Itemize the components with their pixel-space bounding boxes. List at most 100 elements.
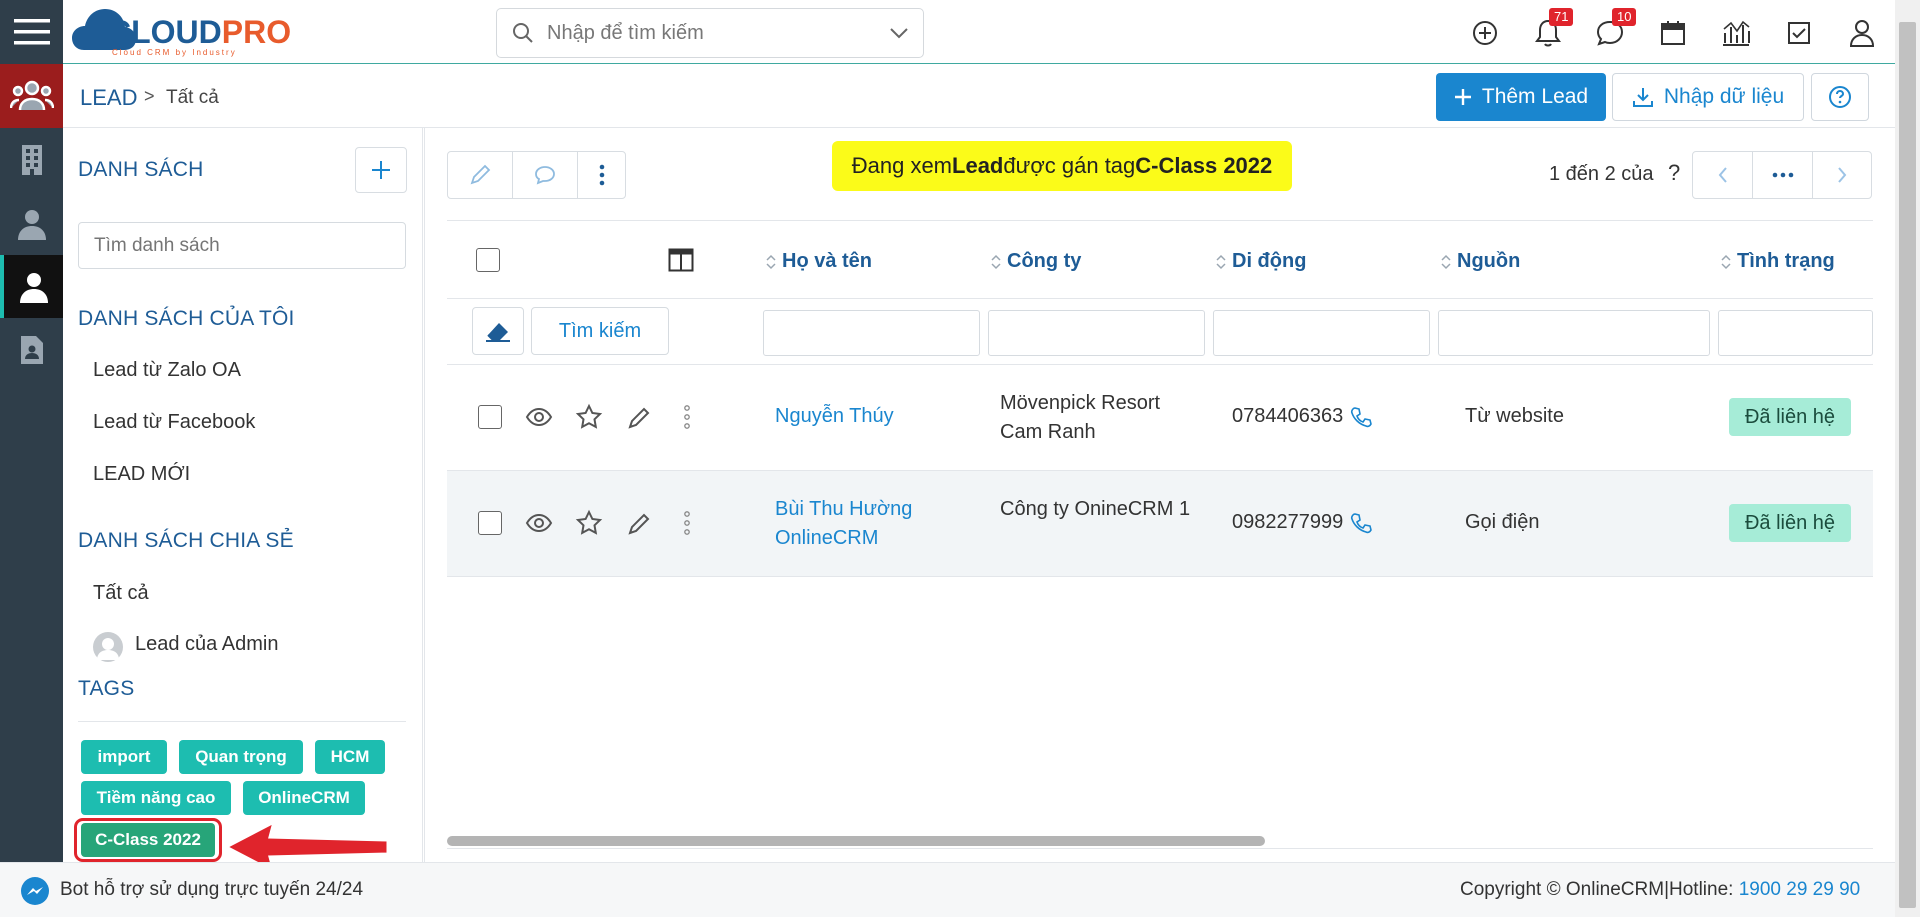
page-more-button[interactable] bbox=[1753, 152, 1813, 198]
select-all-checkbox[interactable] bbox=[476, 248, 500, 272]
eraser-icon bbox=[486, 323, 510, 342]
help-button[interactable] bbox=[1811, 73, 1869, 121]
pagination-label: 1 đến 2 của bbox=[1549, 163, 1654, 185]
rail-document-icon[interactable] bbox=[0, 318, 63, 381]
tag-hcm[interactable]: HCM bbox=[315, 740, 385, 774]
user-account-icon[interactable] bbox=[1845, 16, 1879, 50]
pagination-controls bbox=[1692, 151, 1872, 199]
column-header-name[interactable]: Họ và tên bbox=[766, 250, 872, 273]
status-badge: Đã liên hệ bbox=[1729, 504, 1851, 542]
tags-title: TAGS bbox=[78, 677, 135, 700]
add-list-button[interactable] bbox=[355, 147, 407, 193]
more-actions-button[interactable] bbox=[577, 151, 626, 199]
breadcrumb-module-link[interactable]: LEAD bbox=[80, 85, 137, 111]
hotline-number[interactable]: 1900 29 29 90 bbox=[1739, 879, 1861, 900]
lead-name-link[interactable]: Bùi Thu Hường OnlineCRM bbox=[775, 495, 955, 553]
breadcrumb-separator: > bbox=[144, 86, 155, 106]
menu-hamburger-icon[interactable] bbox=[0, 0, 63, 63]
star-icon[interactable] bbox=[575, 403, 603, 431]
filter-input-name[interactable] bbox=[763, 310, 980, 356]
view-eye-icon[interactable] bbox=[525, 406, 553, 428]
page-scrollbar-thumb[interactable] bbox=[1899, 22, 1916, 908]
reports-chart-icon[interactable] bbox=[1719, 16, 1753, 50]
copyright-label: Copyright © OnlineCRM bbox=[1460, 879, 1665, 900]
tag-quan-trong[interactable]: Quan trọng bbox=[179, 740, 303, 774]
create-plus-icon[interactable] bbox=[1468, 16, 1502, 50]
column-header-source[interactable]: Nguồn bbox=[1441, 250, 1520, 273]
my-lists-title: DANH SÁCH CỦA TÔI bbox=[78, 307, 295, 330]
lead-mobile: 0784406363 bbox=[1232, 405, 1344, 427]
edit-pencil-icon[interactable] bbox=[626, 511, 652, 537]
add-lead-button[interactable]: Thêm Lead bbox=[1436, 73, 1606, 121]
chevron-down-icon[interactable] bbox=[889, 26, 909, 40]
calendar-icon[interactable] bbox=[1656, 16, 1690, 50]
row-checkbox[interactable] bbox=[478, 511, 502, 535]
messenger-icon[interactable] bbox=[20, 876, 50, 906]
tags-divider bbox=[78, 721, 406, 722]
filter-input-status[interactable] bbox=[1718, 310, 1873, 356]
search-filter-button[interactable]: Tìm kiếm bbox=[531, 307, 669, 355]
notification-count-badge: 71 bbox=[1549, 8, 1574, 26]
column-header-name-label: Họ và tên bbox=[782, 250, 873, 272]
star-icon[interactable] bbox=[575, 509, 603, 537]
list-search-input[interactable] bbox=[78, 222, 406, 269]
table-row[interactable]: Nguyễn Thúy Mövenpick Resort Cam Ranh 07… bbox=[447, 365, 1873, 471]
rail-contact-icon[interactable] bbox=[0, 192, 63, 255]
horizontal-dots-icon bbox=[1772, 172, 1793, 178]
row-more-icon[interactable] bbox=[684, 511, 690, 535]
shared-lists-title: DANH SÁCH CHIA SẺ bbox=[78, 529, 294, 552]
pencil-icon bbox=[470, 164, 491, 185]
horizontal-scrollbar-thumb[interactable] bbox=[447, 836, 1265, 846]
next-page-button[interactable] bbox=[1813, 152, 1871, 198]
pagination-total: ? bbox=[1668, 160, 1681, 185]
prev-page-button[interactable] bbox=[1693, 152, 1753, 198]
phone-call-icon[interactable] bbox=[1350, 406, 1372, 428]
sidebar-item-admin-lead[interactable]: Lead của Admin bbox=[135, 633, 278, 656]
page-scrollbar[interactable] bbox=[1895, 0, 1920, 917]
sidebar-item-new-lead[interactable]: LEAD MỚI bbox=[93, 463, 190, 486]
filter-input-mobile[interactable] bbox=[1213, 310, 1430, 356]
tag-tiem-nang-cao[interactable]: Tiềm năng cao bbox=[81, 781, 231, 815]
global-search-box[interactable] bbox=[496, 8, 924, 58]
comment-icon bbox=[535, 166, 555, 185]
rail-leads-group-icon[interactable] bbox=[0, 64, 63, 128]
support-bot-link[interactable]: Bot hỗ trợ sử dụng trực tuyến 24/24 bbox=[60, 879, 363, 901]
column-header-company[interactable]: Công ty bbox=[991, 250, 1081, 273]
hotline-label: |Hotline: bbox=[1664, 879, 1739, 900]
row-checkbox[interactable] bbox=[478, 405, 502, 429]
tasks-checkbox-icon[interactable] bbox=[1782, 16, 1816, 50]
sidebar-item-facebook[interactable]: Lead từ Facebook bbox=[93, 411, 255, 434]
tag-import[interactable]: import bbox=[81, 740, 167, 774]
search-icon bbox=[513, 23, 533, 43]
clear-filter-button[interactable] bbox=[472, 307, 524, 355]
sidebar-item-all[interactable]: Tất cả bbox=[93, 582, 149, 605]
column-header-mobile[interactable]: Di động bbox=[1216, 250, 1306, 273]
import-data-button[interactable]: Nhập dữ liệu bbox=[1612, 73, 1804, 121]
phone-call-icon[interactable] bbox=[1350, 512, 1372, 534]
edit-pencil-icon[interactable] bbox=[626, 405, 652, 431]
tag-c-class-2022[interactable]: C-Class 2022 bbox=[81, 823, 215, 857]
table-row[interactable]: Bùi Thu Hường OnlineCRM Công ty OnineCRM… bbox=[447, 471, 1873, 577]
view-eye-icon[interactable] bbox=[525, 512, 553, 534]
tag-onlinecrm[interactable]: OnlineCRM bbox=[243, 781, 365, 815]
edit-toolbar-button[interactable] bbox=[447, 151, 513, 199]
lead-company: Công ty OnineCRM 1 bbox=[1000, 498, 1191, 520]
rail-lead-user-icon[interactable] bbox=[0, 255, 63, 318]
add-lead-label: Thêm Lead bbox=[1481, 85, 1589, 108]
column-header-status[interactable]: Tình trạng bbox=[1721, 250, 1835, 273]
comment-toolbar-button[interactable] bbox=[512, 151, 578, 199]
global-search-input[interactable] bbox=[545, 19, 875, 47]
header-divider bbox=[447, 298, 1873, 299]
sort-icon bbox=[766, 254, 776, 269]
lead-source: Gọi điện bbox=[1465, 511, 1540, 533]
row-more-icon[interactable] bbox=[684, 405, 690, 429]
lead-source: Từ website bbox=[1465, 405, 1564, 427]
column-layout-icon[interactable] bbox=[668, 248, 694, 272]
rail-organization-icon[interactable] bbox=[0, 128, 63, 191]
lead-name-link[interactable]: Nguyễn Thúy bbox=[775, 402, 975, 431]
filter-input-company[interactable] bbox=[988, 310, 1205, 356]
sidebar-item-zalo[interactable]: Lead từ Zalo OA bbox=[93, 359, 241, 382]
cloudpro-logo[interactable]: CLOUDPRO Cloud CRM by Industry bbox=[72, 6, 302, 58]
sort-icon bbox=[1721, 254, 1731, 269]
filter-input-source[interactable] bbox=[1438, 310, 1710, 356]
